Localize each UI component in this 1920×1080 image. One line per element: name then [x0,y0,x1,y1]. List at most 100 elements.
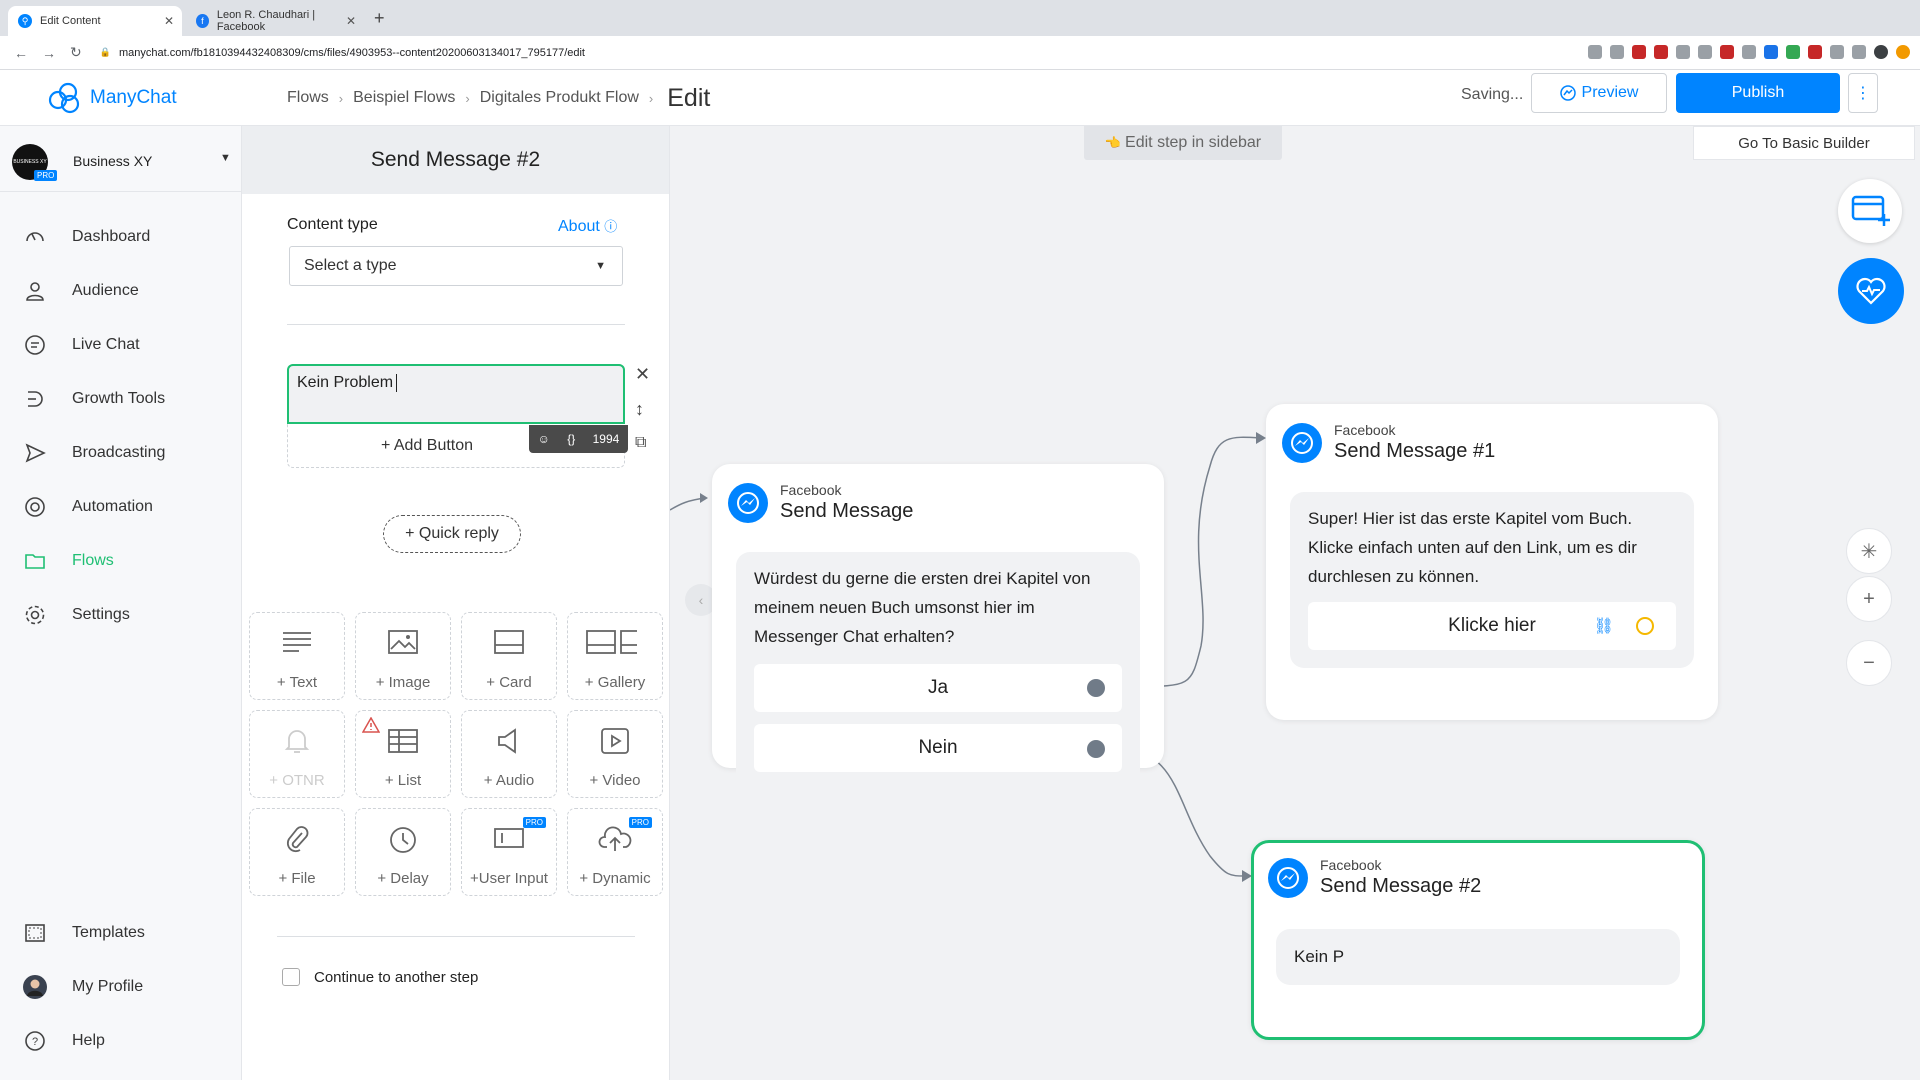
flow-canvas[interactable]: 👈 Edit step in sidebar Go To Basic Build… [670,126,1920,1080]
duplicate-icon[interactable]: ⧉ [635,434,650,452]
add-user-input-tile[interactable]: PRO +User Input [461,808,557,896]
extension-icon[interactable] [1654,45,1668,59]
messenger-icon [1282,422,1322,463]
about-link[interactable]: About ⓘ [558,216,617,236]
add-otnr-tile[interactable]: + OTNR [249,710,345,798]
close-icon[interactable]: ✕ [635,364,650,385]
warning-icon [362,717,380,733]
breadcrumb-digitales-produkt-flow[interactable]: Digitales Produkt Flow [480,89,639,107]
dashboard-icon [22,224,48,250]
node-button-ja[interactable]: Ja [754,664,1122,712]
back-icon[interactable]: ← [14,45,28,61]
content-type-select[interactable]: Select a type ▼ [289,246,623,286]
add-gallery-tile[interactable]: + Gallery [567,612,663,700]
url-field[interactable]: 🔒 manychat.com/fb181039443240830​9/cms/f… [100,47,585,59]
browser-tab-facebook[interactable]: f Leon R. Chaudhari | Facebook ✕ [186,6,364,36]
close-tab-icon[interactable]: ✕ [346,14,356,28]
checkbox[interactable] [282,968,300,986]
add-button[interactable]: + Add Button [288,437,626,455]
add-text-tile[interactable]: + Text [249,612,345,700]
browser-tabbar: ⚲ Edit Content ✕ f Leon R. Chaudhari | F… [0,0,1920,36]
add-delay-tile[interactable]: + Delay [355,808,451,896]
sidebar-item-live-chat[interactable]: Live Chat [22,332,140,358]
add-dynamic-tile[interactable]: PRO + Dynamic [567,808,663,896]
connector-dot[interactable] [1087,679,1105,697]
address-bar: ← → ↻ 🔒 manychat.com/fb181039443240830​9… [0,36,1920,70]
connector-dot[interactable] [1087,740,1105,758]
extension-icon[interactable] [1676,45,1690,59]
new-tab-icon[interactable]: + [374,8,385,29]
close-tab-icon[interactable]: ✕ [164,14,174,28]
sidebar-item-broadcasting[interactable]: Broadcasting [22,440,165,466]
add-image-tile[interactable]: + Image [355,612,451,700]
saving-status: Saving... [1461,86,1524,103]
node-header: Facebook Send Message #1 [1282,422,1495,463]
add-card-tile[interactable]: + Card [461,612,557,700]
publish-button[interactable]: Publish [1676,73,1840,113]
go-to-basic-builder-button[interactable]: Go To Basic Builder [1693,126,1915,160]
extension-icon[interactable] [1852,45,1866,59]
message-text-input[interactable]: Kein Problem [287,364,625,424]
growth-icon [22,386,48,412]
add-file-tile[interactable]: + File [249,808,345,896]
paperclip-icon [286,826,309,853]
add-audio-tile[interactable]: + Audio [461,710,557,798]
add-list-tile[interactable]: + List [355,710,451,798]
node-button-klicke-hier[interactable]: Klicke hier ⛓ [1308,602,1676,650]
sidebar-item-automation[interactable]: Automation [22,494,153,520]
extension-icon[interactable] [1720,45,1734,59]
auto-arrange-button[interactable]: ✳ [1846,528,1892,574]
add-step-button[interactable] [1838,179,1902,243]
node-button-nein[interactable]: Nein [754,724,1122,772]
cloud-upload-icon [598,826,632,851]
move-icon[interactable]: ↕ [635,399,650,420]
zoom-in-button[interactable]: + [1846,576,1892,622]
extension-icon[interactable] [1830,45,1844,59]
editor-title: Send Message #2 [242,126,669,194]
flow-node-send-message[interactable]: Facebook Send Message Würdest du gerne d… [712,464,1164,790]
extension-icon[interactable] [1764,45,1778,59]
sidebar-item-flows[interactable]: Flows [22,548,114,574]
breadcrumb: Flows › Beispiel Flows › Digitales Produ… [287,70,710,126]
extension-icon[interactable] [1808,45,1822,59]
extension-icon[interactable] [1698,45,1712,59]
add-video-tile[interactable]: + Video [567,710,663,798]
divider [287,324,625,325]
breadcrumb-beispiel-flows[interactable]: Beispiel Flows [353,89,455,107]
sidebar-item-dashboard[interactable]: Dashboard [22,224,150,250]
extension-icon[interactable] [1632,45,1646,59]
sidebar-item-growth-tools[interactable]: Growth Tools [22,386,165,412]
extension-icon[interactable] [1786,45,1800,59]
profile-icon[interactable] [1874,45,1888,59]
extension-icon[interactable] [1610,45,1624,59]
sidebar-item-settings[interactable]: Settings [22,602,130,628]
chevron-right-icon: › [465,90,470,106]
zoom-out-button[interactable]: − [1846,640,1892,686]
continue-to-step-checkbox[interactable]: Continue to another step [282,968,478,986]
extension-icon[interactable] [1742,45,1756,59]
user-input-icon [494,828,524,848]
user-icon [22,278,48,304]
browser-tab-edit-content[interactable]: ⚲ Edit Content ✕ [8,6,182,36]
connector-circle[interactable] [1636,617,1654,635]
extension-icon[interactable] [1588,45,1602,59]
lock-icon: 🔒 [99,47,111,57]
sidebar-item-my-profile[interactable]: My Profile [22,974,143,1000]
forward-icon[interactable]: → [42,45,56,61]
more-options-button[interactable]: ⋮ [1848,73,1878,113]
reload-icon[interactable]: ↻ [70,44,82,61]
update-icon[interactable] [1896,45,1910,59]
flow-node-send-message-2[interactable]: Facebook Send Message #2 Kein P [1251,840,1705,1040]
add-step-icon [1851,195,1890,226]
sidebar-item-templates[interactable]: Templates [22,920,145,946]
manychat-logo[interactable]: ManyChat [46,80,177,116]
breadcrumb-flows[interactable]: Flows [287,89,329,107]
quick-reply-button[interactable]: + Quick reply [383,515,521,553]
sidebar-item-help[interactable]: ? Help [22,1028,105,1054]
health-check-button[interactable] [1838,258,1904,324]
preview-button[interactable]: Preview [1531,73,1667,113]
chevron-down-icon: ▼ [220,152,231,164]
account-switcher[interactable]: BUSINESS XY PRO Business XY ▼ [0,126,242,192]
flow-node-send-message-1[interactable]: Facebook Send Message #1 Super! Hier ist… [1266,404,1718,720]
sidebar-item-audience[interactable]: Audience [22,278,139,304]
